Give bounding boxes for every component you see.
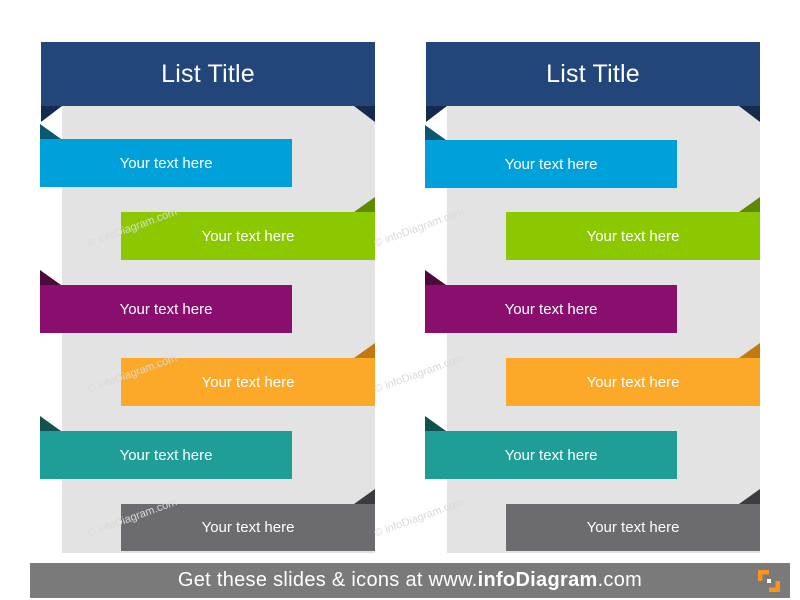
list-item-2[interactable]: Your text here [121, 212, 375, 260]
column-title-bar[interactable]: List Title [426, 42, 760, 106]
list-item-1[interactable]: Your text here [40, 139, 292, 187]
list-item-label: Your text here [201, 519, 295, 536]
list-item-4[interactable]: Your text here [121, 358, 375, 406]
ribbon-fold-6-icon [739, 489, 760, 504]
footer-banner[interactable]: Get these slides & icons at www.infoDiag… [30, 563, 790, 598]
title-fold-right-icon [739, 106, 760, 122]
list-item-label: Your text here [119, 300, 213, 318]
title-fold-left-icon [41, 106, 62, 122]
list-item-label: Your text here [119, 154, 213, 172]
footer-text-after: .com [597, 569, 643, 591]
list-item-3[interactable]: Your text here [40, 285, 292, 333]
title-fold-left-icon [426, 106, 447, 122]
list-item-3[interactable]: Your text here [425, 285, 677, 333]
column-title-bar[interactable]: List Title [41, 42, 375, 106]
ribbon-fold-4-icon [739, 343, 760, 358]
footer-brand: infoDiagram [477, 569, 598, 591]
list-column-right: List Title Your text here Your text here… [373, 0, 785, 600]
ribbon-fold-5-icon [425, 416, 446, 431]
list-item-label: Your text here [201, 373, 295, 391]
ribbon-fold-1-icon [40, 124, 61, 139]
list-item-label: Your text here [119, 446, 213, 464]
list-item-5[interactable]: Your text here [40, 431, 292, 479]
ribbon-fold-1-icon [425, 125, 446, 140]
ribbon-fold-2-icon [354, 197, 375, 212]
column-title-text: List Title [161, 59, 255, 88]
ribbon-fold-6-icon [354, 489, 375, 504]
list-item-label: Your text here [504, 446, 598, 464]
ribbon-fold-2-icon [739, 197, 760, 212]
ribbon-fold-5-icon [40, 416, 61, 431]
list-item-label: Your text here [586, 519, 680, 536]
list-item-label: Your text here [201, 227, 295, 245]
ribbon-fold-3-icon [425, 270, 446, 285]
footer-text-before: Get these slides & icons at www. [177, 569, 478, 591]
footer-text: Get these slides & icons at www.infoDiag… [178, 569, 642, 592]
slide-canvas: List Title Your text here Your text here… [0, 0, 800, 600]
list-item-label: Your text here [586, 227, 680, 245]
ribbon-fold-4-icon [354, 343, 375, 358]
list-item-6[interactable]: Your text here [506, 504, 760, 551]
list-item-5[interactable]: Your text here [425, 431, 677, 479]
list-item-label: Your text here [504, 300, 598, 318]
list-column-left: List Title Your text here Your text here… [0, 0, 400, 600]
list-item-2[interactable]: Your text here [506, 212, 760, 260]
column-title-text: List Title [546, 59, 640, 88]
list-item-4[interactable]: Your text here [506, 358, 760, 406]
list-item-label: Your text here [504, 155, 598, 173]
list-item-1[interactable]: Your text here [425, 140, 677, 188]
list-item-6[interactable]: Your text here [121, 504, 375, 551]
title-fold-right-icon [354, 106, 375, 122]
infodiagram-logo-icon [758, 569, 780, 592]
ribbon-fold-3-icon [40, 270, 61, 285]
list-item-label: Your text here [586, 373, 680, 391]
